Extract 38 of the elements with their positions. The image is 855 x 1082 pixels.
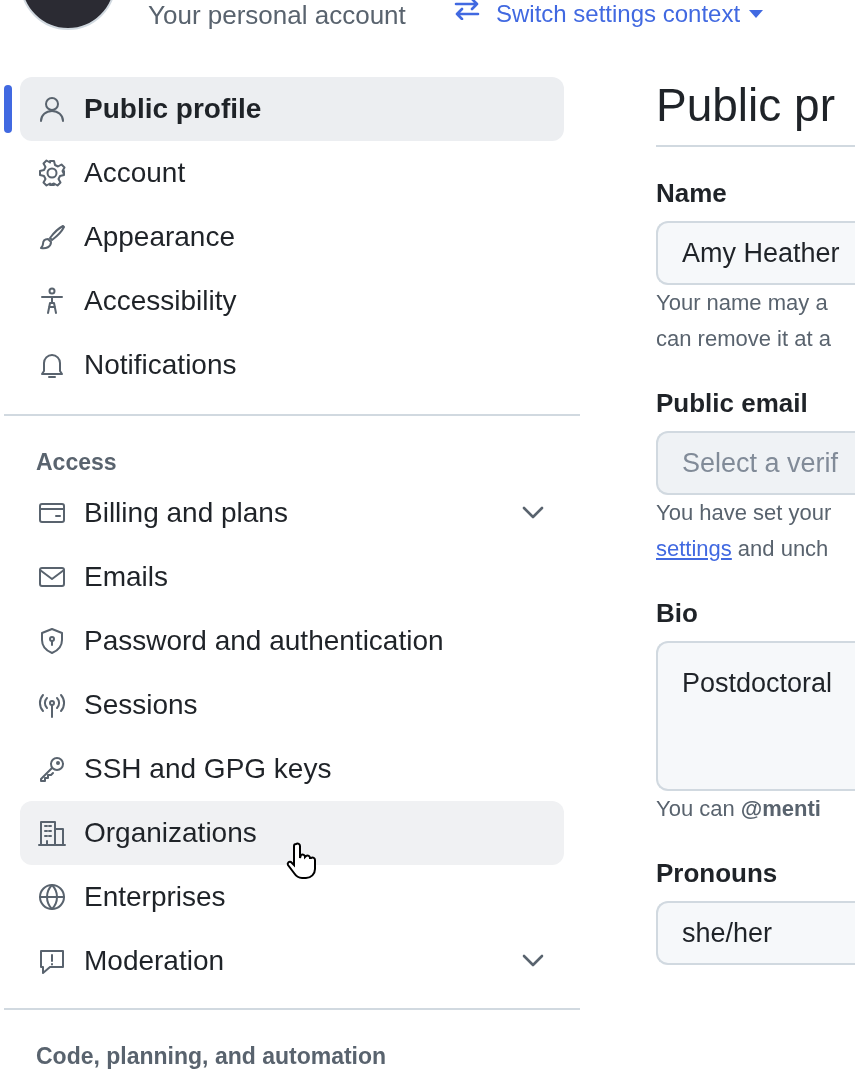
caret-icon (748, 9, 765, 19)
text-field[interactable]: Amy Heather (656, 221, 855, 285)
sidebar-item[interactable]: Enterprises (20, 865, 564, 929)
field-label: Public email (656, 387, 809, 419)
switch-arrows-icon (453, 0, 481, 20)
switch-context-link[interactable]: Switch settings context (496, 0, 765, 32)
help-text: You can @menti (656, 795, 822, 823)
sidebar-item[interactable]: Password and authentication (20, 609, 564, 673)
help-text: Your name may a (656, 289, 829, 317)
settings-link[interactable]: settings (656, 531, 732, 567)
sidebar-item[interactable]: Emails (20, 545, 564, 609)
field-label: Bio (656, 597, 699, 629)
sidebar-item[interactable]: Appearance (20, 205, 564, 269)
sidebar-item[interactable]: Accessibility (20, 269, 564, 333)
sidebar-item[interactable]: SSH and GPG keys (20, 737, 564, 801)
section-heading: Code, planning, and automation (36, 1043, 387, 1069)
section-heading: Access (36, 449, 117, 475)
account-label: Your personal account (148, 0, 406, 32)
help-text: can remove it at a (656, 325, 832, 353)
field-label: Name (656, 177, 728, 209)
active-indicator (4, 85, 12, 133)
sidebar-item[interactable]: Organizations (20, 801, 564, 865)
globe-icon (36, 881, 68, 913)
sidebar-item[interactable]: Account (20, 141, 564, 205)
text-field[interactable]: she/her (656, 901, 855, 965)
chevron-down-icon (522, 954, 544, 968)
gear-icon (36, 157, 68, 189)
help-text: and unch (737, 535, 829, 563)
chevron-down-icon (522, 506, 544, 520)
sidebar-item[interactable]: Sessions (20, 673, 564, 737)
sidebar-item[interactable]: Moderation (20, 929, 564, 993)
sidebar-item[interactable]: Public profile (20, 77, 564, 141)
sidebar-item[interactable]: Notifications (20, 333, 564, 397)
help-text: You have set your (656, 499, 833, 527)
bio-textarea[interactable]: Postdoctoral (656, 641, 855, 791)
sidebar-item[interactable]: Billing and plans (20, 481, 564, 545)
page-title: Public pr (656, 78, 836, 133)
field-label: Pronouns (656, 857, 779, 889)
